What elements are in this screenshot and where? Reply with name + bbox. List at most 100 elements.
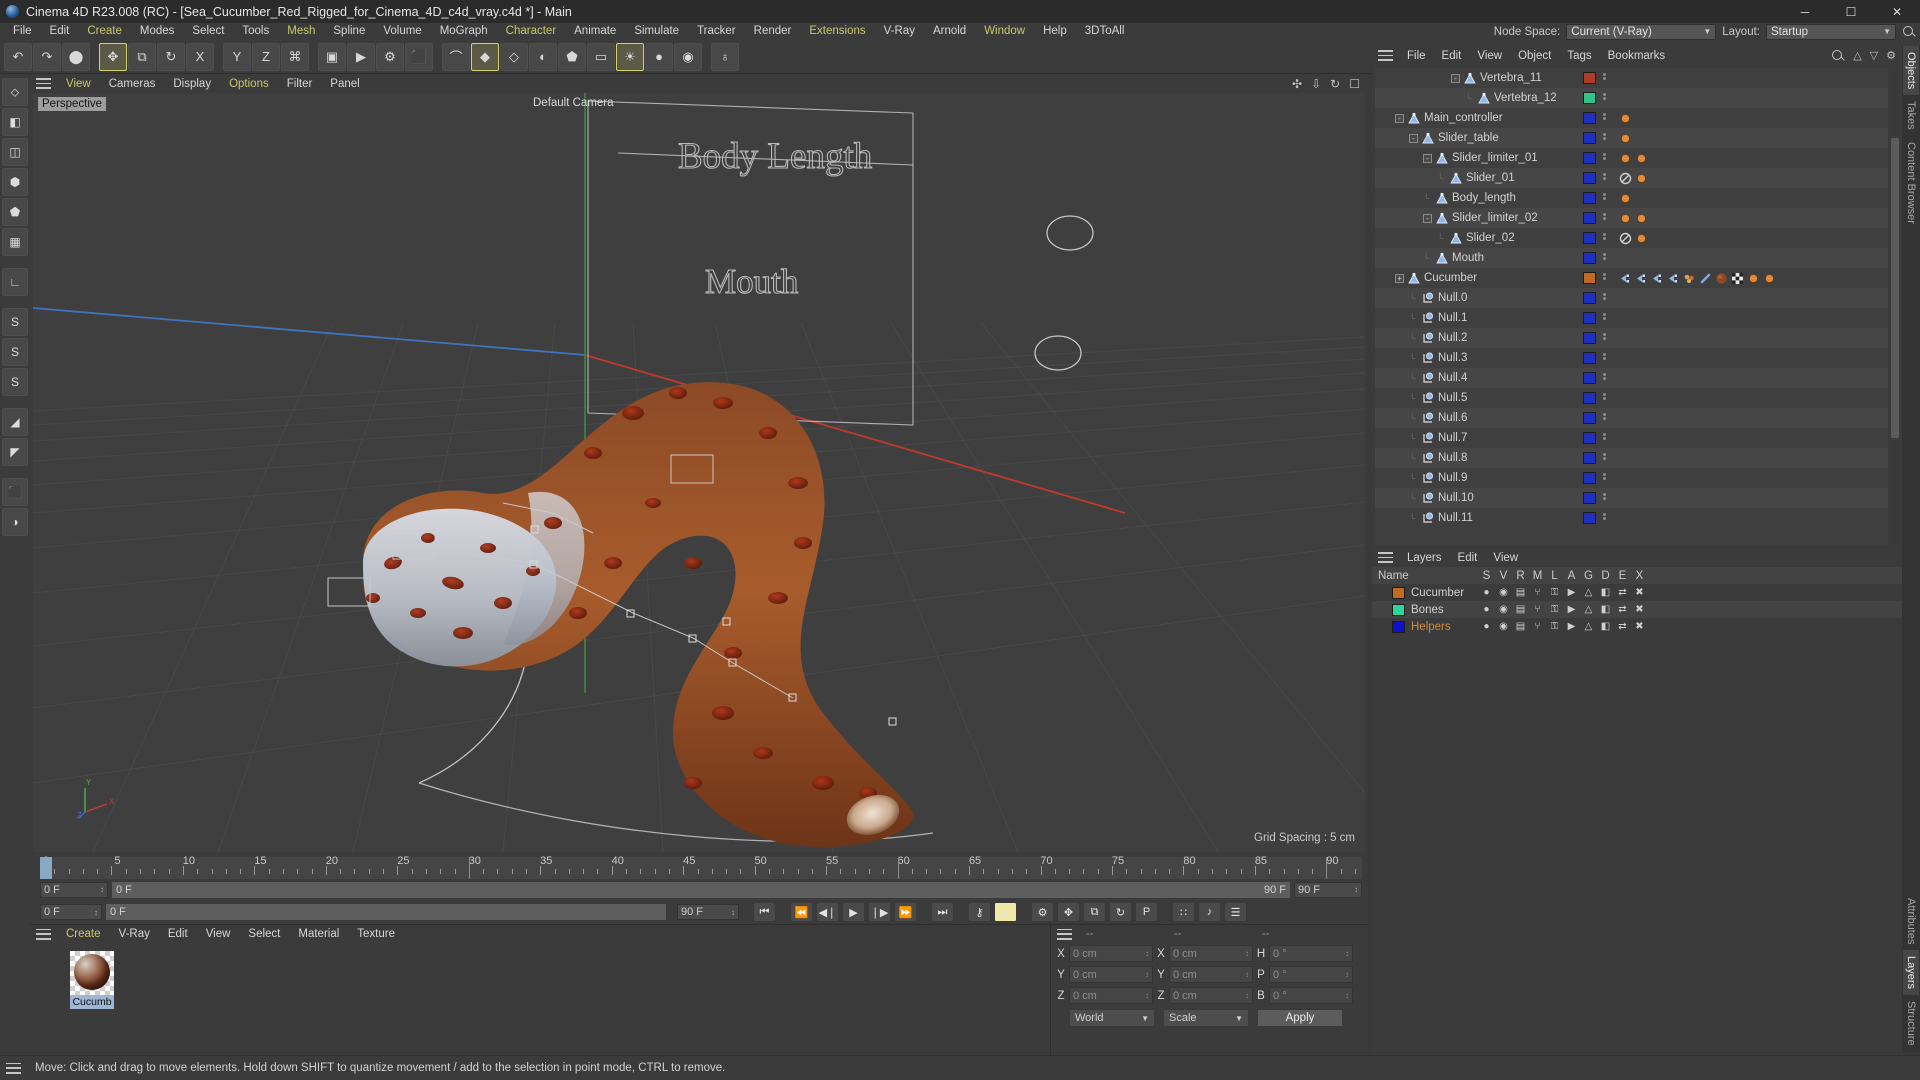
object-layer-color-swatch[interactable] bbox=[1583, 192, 1596, 204]
layer-solo-dot-icon[interactable]: ● bbox=[1478, 621, 1495, 632]
layer-render-icon[interactable]: ▤ bbox=[1512, 604, 1529, 615]
dock-tab-content-browser[interactable]: Content Browser bbox=[1903, 136, 1919, 230]
stepper-icon[interactable]: ↕ bbox=[94, 908, 98, 917]
object-layer-color-swatch[interactable] bbox=[1583, 512, 1596, 524]
enable-quantize-s3-button[interactable]: S bbox=[2, 368, 28, 396]
visibility-dots-icon[interactable] bbox=[1603, 232, 1606, 241]
visibility-dots-icon[interactable] bbox=[1603, 512, 1606, 521]
visibility-dots-icon[interactable] bbox=[1603, 72, 1606, 81]
coord-field-size-y[interactable]: 0 cm ↕ bbox=[1169, 966, 1253, 983]
xpresso-tag-icon[interactable] bbox=[1635, 212, 1648, 225]
add-scene-object-button[interactable]: ⬟ bbox=[558, 42, 586, 71]
apply-button[interactable]: Apply bbox=[1257, 1009, 1343, 1027]
render-view-button[interactable]: ▣ bbox=[318, 42, 346, 71]
layer-menu-layers[interactable]: Layers bbox=[1399, 552, 1450, 564]
playback-range-bar[interactable]: 0 F bbox=[106, 904, 666, 920]
collapse-icon[interactable]: - bbox=[1423, 153, 1432, 163]
visibility-dots-icon[interactable] bbox=[1603, 372, 1606, 381]
object-layer-color-swatch[interactable] bbox=[1583, 312, 1596, 324]
viewport-menu-cameras[interactable]: Cameras bbox=[100, 78, 165, 90]
add-light-button[interactable]: ☀ bbox=[616, 42, 644, 71]
weight-tag-icon[interactable] bbox=[1667, 272, 1680, 285]
object-row[interactable]: - Slider_limiter_01 bbox=[1375, 148, 1888, 168]
visibility-dots-icon[interactable] bbox=[1603, 392, 1606, 401]
enable-axis-s-button[interactable]: S bbox=[2, 308, 28, 336]
stepper-icon[interactable]: ↕ bbox=[1145, 991, 1149, 1000]
menu-select[interactable]: Select bbox=[183, 23, 233, 40]
xpresso-tag-icon[interactable] bbox=[1635, 232, 1648, 245]
menu-3dtoall[interactable]: 3DToAll bbox=[1076, 23, 1134, 40]
maximize-view-icon[interactable]: ☐ bbox=[1349, 77, 1360, 91]
stepper-icon[interactable]: ↕ bbox=[1345, 991, 1349, 1000]
object-row[interactable]: └ Slider_02 bbox=[1375, 228, 1888, 248]
add-spline-button[interactable]: ⌒ bbox=[442, 42, 470, 71]
coord-field-position-x[interactable]: 0 cm ↕ bbox=[1069, 945, 1153, 962]
expand-icon[interactable]: + bbox=[1395, 273, 1404, 283]
object-menu-object[interactable]: Object bbox=[1510, 50, 1559, 62]
viewport-menu-view[interactable]: View bbox=[57, 78, 100, 90]
object-layer-color-swatch[interactable] bbox=[1583, 292, 1596, 304]
material-menu-edit[interactable]: Edit bbox=[159, 928, 197, 940]
object-manager-scrollbar[interactable] bbox=[1890, 68, 1900, 545]
object-axis-mode-button[interactable]: ⬟ bbox=[2, 198, 28, 226]
add-material-button[interactable]: ● bbox=[645, 42, 673, 71]
menu-spline[interactable]: Spline bbox=[324, 23, 374, 40]
edge-mode-button[interactable]: ◧ bbox=[2, 108, 28, 136]
visibility-dots-icon[interactable] bbox=[1603, 452, 1606, 461]
xpresso-tag-icon[interactable] bbox=[1763, 272, 1776, 285]
object-row[interactable]: └ Slider_01 bbox=[1375, 168, 1888, 188]
coord-field-rotation-h[interactable]: 0 ° ↕ bbox=[1269, 945, 1353, 962]
object-layer-color-swatch[interactable] bbox=[1583, 452, 1596, 464]
layer-color-button[interactable]: ⬛ bbox=[2, 478, 28, 506]
menu-animate[interactable]: Animate bbox=[565, 23, 625, 40]
layer-generator-icon[interactable]: △ bbox=[1580, 621, 1597, 632]
bone-tag-icon[interactable] bbox=[1699, 272, 1712, 285]
scale-key-button[interactable]: ⧉ bbox=[1083, 902, 1106, 922]
object-row[interactable]: - Slider_limiter_02 bbox=[1375, 208, 1888, 228]
layer-row[interactable]: Cucumber ● ◉ ▤ ⑂ ⚿ ▶ △ ◧ ⇄ ✖ bbox=[1372, 584, 1902, 601]
xpresso-tag-icon[interactable] bbox=[1635, 172, 1648, 185]
status-hamburger-icon[interactable] bbox=[6, 1062, 21, 1074]
object-layer-color-swatch[interactable] bbox=[1583, 172, 1596, 184]
stepper-icon[interactable]: ↕ bbox=[1354, 885, 1358, 894]
visibility-dots-icon[interactable] bbox=[1603, 212, 1606, 221]
x-axis-button[interactable]: X bbox=[186, 42, 214, 71]
render-to-picture-viewer-button[interactable]: ▶ bbox=[347, 42, 375, 71]
object-row[interactable]: - Vertebra_11 bbox=[1375, 68, 1888, 88]
texture-tag-icon[interactable] bbox=[1715, 272, 1728, 285]
scale-button[interactable]: ⧉ bbox=[128, 42, 156, 71]
stepper-icon[interactable]: ↕ bbox=[1345, 970, 1349, 979]
menu-file[interactable]: File bbox=[4, 23, 41, 40]
xpresso-tag-icon[interactable] bbox=[1619, 192, 1632, 205]
mute-sound-button[interactable]: ♪ bbox=[1198, 902, 1221, 922]
menu-edit[interactable]: Edit bbox=[41, 23, 79, 40]
visibility-dots-icon[interactable] bbox=[1603, 432, 1606, 441]
visibility-dots-icon[interactable] bbox=[1603, 132, 1606, 141]
object-menu-tags[interactable]: Tags bbox=[1559, 50, 1599, 62]
layer-color-swatch[interactable] bbox=[1392, 603, 1405, 616]
dock-tab-structure[interactable]: Structure bbox=[1903, 995, 1919, 1052]
material-menu-material[interactable]: Material bbox=[289, 928, 348, 940]
object-row[interactable]: └ Null.9 bbox=[1375, 468, 1888, 488]
object-layer-color-swatch[interactable] bbox=[1583, 372, 1596, 384]
uvw-tag-icon[interactable] bbox=[1731, 272, 1744, 285]
play-button[interactable]: ▶ bbox=[842, 902, 865, 922]
object-row[interactable]: └ Null.7 bbox=[1375, 428, 1888, 448]
object-manager-hamburger-icon[interactable] bbox=[1378, 50, 1393, 61]
z-axis-button[interactable]: Z bbox=[252, 42, 280, 71]
layout-dropdown[interactable]: Startup ▼ bbox=[1766, 23, 1896, 40]
undo-button[interactable]: ↶ bbox=[4, 42, 32, 71]
layer-lock-icon[interactable]: ⚿ bbox=[1546, 604, 1563, 615]
material-menu-v-ray[interactable]: V-Ray bbox=[110, 928, 159, 940]
zoom-view-icon[interactable]: ⇩ bbox=[1311, 77, 1321, 91]
layer-color-swatch[interactable] bbox=[1392, 620, 1405, 633]
xpresso-tag-icon[interactable] bbox=[1635, 152, 1648, 165]
visibility-dots-icon[interactable] bbox=[1603, 152, 1606, 161]
search-icon[interactable] bbox=[1902, 25, 1916, 39]
motion-tracker-button[interactable]: ◉ bbox=[674, 42, 702, 71]
add-generator-button[interactable]: ◆ bbox=[471, 42, 499, 71]
close-button[interactable]: ✕ bbox=[1874, 0, 1920, 23]
visibility-dots-icon[interactable] bbox=[1603, 172, 1606, 181]
coord-field-position-z[interactable]: 0 cm ↕ bbox=[1069, 987, 1153, 1004]
layer-deformer-icon[interactable]: ◧ bbox=[1597, 587, 1614, 598]
